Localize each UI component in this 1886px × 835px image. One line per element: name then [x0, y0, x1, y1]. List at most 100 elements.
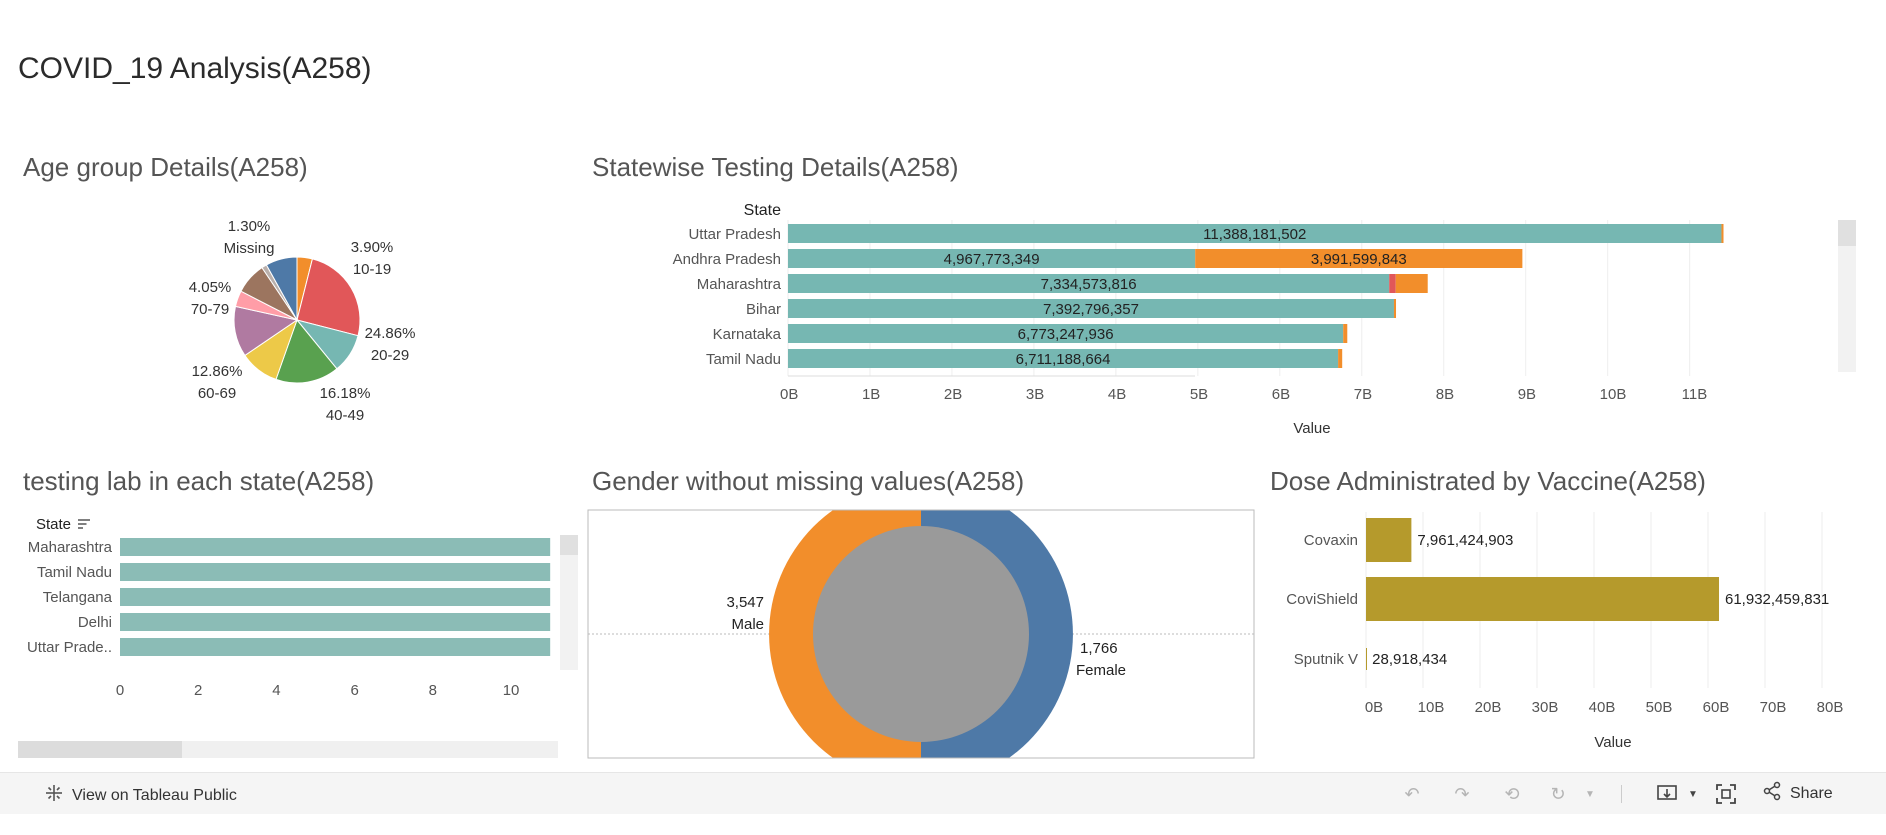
x-tick-label: 10 [503, 682, 520, 699]
x-tick-label: 1B [862, 386, 880, 403]
pause-updates-icon[interactable]: ↻ [1545, 781, 1571, 807]
bar-segment [1393, 299, 1397, 318]
bar-segment [1343, 324, 1348, 343]
download-chevron-down-icon[interactable]: ▼ [1680, 781, 1706, 807]
x-tick-label: 8 [429, 682, 437, 699]
bar-value-label: 28,918,434 [1372, 651, 1447, 668]
revert-icon[interactable]: ⟲ [1499, 781, 1525, 807]
category-label: Tamil Nadu [37, 564, 112, 581]
category-label: Telangana [43, 589, 113, 606]
category-label: Sputnik V [1294, 651, 1358, 668]
share-button[interactable]: Share [1762, 781, 1833, 806]
pie-category-label: 10-19 [353, 261, 391, 278]
redo-icon[interactable]: ↷ [1449, 781, 1475, 807]
h-scrollbar-thumb [18, 741, 182, 758]
bar-value-label: 6,711,188,664 [1016, 351, 1111, 368]
bar-value-label: 61,932,459,831 [1725, 591, 1829, 608]
category-label: CoviShield [1286, 591, 1358, 608]
bar [120, 563, 551, 581]
pie-pct-label: 12.86% [192, 363, 243, 380]
x-tick-label: 0 [116, 682, 124, 699]
tableau-logo-icon [44, 783, 64, 808]
x-axis-label: Value [1594, 734, 1631, 751]
category-label: Delhi [78, 614, 112, 631]
x-tick-label: 4B [1108, 386, 1126, 403]
pie-category-label: 20-29 [371, 347, 409, 364]
undo-icon[interactable]: ↶ [1399, 781, 1425, 807]
toolbar-divider [1621, 785, 1622, 803]
donut-hole [813, 526, 1029, 742]
fullscreen-icon[interactable] [1713, 781, 1739, 807]
category-label: Andhra Pradesh [673, 251, 781, 268]
category-label: Covaxin [1304, 532, 1358, 549]
scrollbar-thumb [560, 535, 578, 555]
bar [120, 613, 551, 631]
share-label: Share [1790, 784, 1833, 802]
category-label: Bihar [746, 301, 781, 318]
x-tick-label: 5B [1190, 386, 1208, 403]
sort-icon [78, 519, 90, 529]
male-value-label: 3,547 [726, 594, 764, 611]
share-icon [1762, 781, 1782, 806]
x-tick-label: 70B [1760, 699, 1787, 716]
view-on-tableau-link[interactable]: View on Tableau Public [44, 783, 237, 808]
category-label: Maharashtra [28, 539, 113, 556]
pie-pct-label: 1.30% [228, 218, 271, 235]
pie-pct-label: 16.18% [320, 385, 371, 402]
x-tick-label: 30B [1532, 699, 1559, 716]
bar [1366, 648, 1367, 670]
x-tick-label: 2B [944, 386, 962, 403]
category-label: Uttar Prade.. [27, 639, 112, 656]
category-label: Karnataka [713, 326, 782, 343]
x-tick-label: 2 [194, 682, 202, 699]
category-label: Tamil Nadu [706, 351, 781, 368]
pie-category-label: Missing [224, 240, 275, 257]
female-label: Female [1076, 662, 1126, 679]
x-tick-label: 10B [1418, 699, 1445, 716]
download-icon[interactable] [1656, 781, 1682, 807]
row-header: State [36, 516, 71, 533]
category-label: Uttar Pradesh [688, 226, 781, 243]
x-tick-label: 8B [1436, 386, 1454, 403]
x-tick-label: 3B [1026, 386, 1044, 403]
x-tick-label: 0B [1365, 699, 1383, 716]
x-tick-label: 40B [1589, 699, 1616, 716]
bar-value-label: 11,388,181,502 [1203, 226, 1306, 243]
pie-category-label: 40-49 [326, 407, 364, 424]
bar [120, 588, 551, 606]
footer-toolbar: View on Tableau Public ↶ ↷ ⟲ ↻ ▼ ▼ Share [0, 772, 1886, 814]
view-on-tableau-label: View on Tableau Public [72, 786, 237, 804]
x-tick-label: 7B [1354, 386, 1372, 403]
pie-pct-label: 4.05% [189, 279, 232, 296]
charts-canvas: 3.90%10-1924.86%20-2916.18%40-4912.86%60… [0, 202, 1856, 759]
category-label: Maharashtra [697, 276, 782, 293]
x-tick-label: 50B [1646, 699, 1673, 716]
x-tick-label: 6 [350, 682, 358, 699]
x-tick-label: 10B [1600, 386, 1627, 403]
more-chevron-down-icon[interactable]: ▼ [1577, 781, 1603, 807]
bar-value-label: 7,334,573,816 [1041, 276, 1137, 293]
scrollbar-track [560, 535, 578, 670]
bar-segment [1389, 274, 1396, 293]
row-header: State [744, 202, 781, 219]
x-tick-label: 20B [1475, 699, 1502, 716]
bar-segment [1721, 224, 1724, 243]
bar [120, 538, 551, 556]
gender-donut-group [588, 510, 1254, 758]
pie-category-label: 60-69 [198, 385, 236, 402]
pie-category-label: 70-79 [191, 301, 229, 318]
bar [1366, 577, 1720, 621]
x-tick-label: 6B [1272, 386, 1290, 403]
x-tick-label: 0B [780, 386, 798, 403]
bar-segment [1395, 274, 1428, 293]
scrollbar-thumb [1838, 220, 1856, 246]
bar-value-label: 7,392,796,357 [1043, 301, 1139, 318]
bar-segment [1338, 349, 1343, 368]
bar-value-label: 4,967,773,349 [944, 251, 1040, 268]
clip-mask [0, 668, 580, 676]
pie-pct-label: 3.90% [351, 239, 394, 256]
male-label: Male [731, 616, 764, 633]
x-tick-label: 80B [1817, 699, 1844, 716]
bar-secondary-value-label: 3,991,599,843 [1311, 251, 1407, 268]
x-tick-label: 60B [1703, 699, 1730, 716]
